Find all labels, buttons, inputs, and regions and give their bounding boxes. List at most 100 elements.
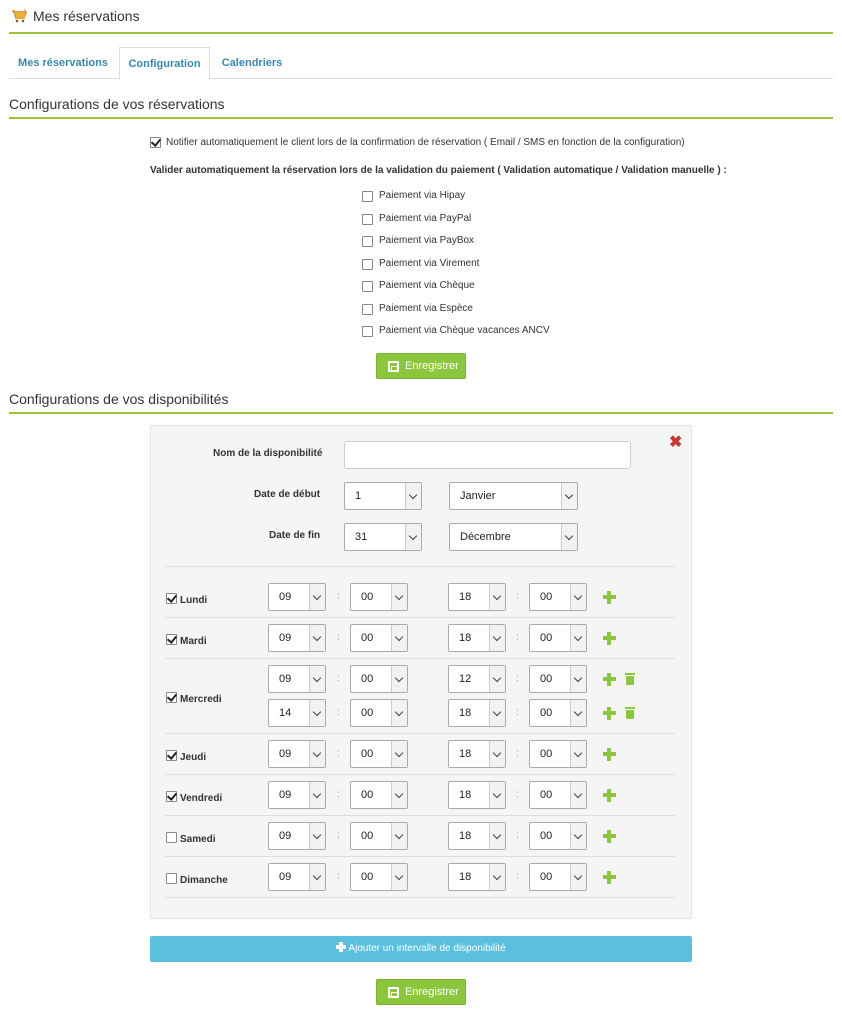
day-mardi-from-hour-select[interactable]: 09 [268,624,326,652]
divider [165,617,675,618]
day-mardi-from-minute-select[interactable]: 00 [350,624,408,652]
day-vendredi-from-minute-select[interactable]: 00 [350,781,408,809]
chevron-down-icon [391,741,407,767]
day-mardi-to-minute-select[interactable]: 00 [529,624,587,652]
chevron-down-icon [405,524,421,550]
day-dimanche-from-minute-select[interactable]: 00 [350,863,408,891]
day-vendredi-from-hour-select[interactable]: 09 [268,781,326,809]
payment-hipay-checkbox[interactable] [362,191,373,202]
tab-bar: Mes réservations Configuration Calendrie… [9,47,833,80]
payment-hipay-label: Paiement via Hipay [379,190,466,201]
payment-virement-checkbox[interactable] [362,259,373,270]
end-date-label: Date de fin [269,530,321,541]
day-lundi-to-hour-select[interactable]: 18 [448,583,506,611]
plus-icon[interactable] [603,707,616,720]
day-mardi-to-hour-select[interactable]: 18 [448,624,506,652]
chevron-down-icon [391,625,407,651]
save-availability-button[interactable]: Enregistrer [376,979,466,1005]
day-jeudi-from-minute-select[interactable]: 00 [350,740,408,768]
add-interval-button[interactable]: Ajouter un intervalle de disponibilité [150,936,692,962]
day-lundi-from-minute-select[interactable]: 00 [350,583,408,611]
day-mercredi-from-minute-select[interactable]: 00 [350,699,408,727]
day-dimanche-checkbox[interactable] [166,873,177,884]
day-mercredi-from-minute-select[interactable]: 00 [350,665,408,693]
tab-configuration[interactable]: Configuration [119,47,210,80]
tab-calendriers[interactable]: Calendriers [212,47,292,79]
chevron-down-icon [309,864,325,890]
plus-icon[interactable] [603,748,616,761]
notify-checkbox[interactable] [150,137,161,148]
plus-icon[interactable] [603,830,616,843]
day-vendredi-label: Vendredi [180,793,223,804]
chevron-down-icon [391,864,407,890]
close-icon[interactable]: ✖ [669,432,682,452]
availability-name-input[interactable] [344,441,631,469]
chevron-down-icon [309,666,325,692]
payment-espece-checkbox[interactable] [362,304,373,315]
day-jeudi-to-minute-select[interactable]: 00 [529,740,587,768]
start-day-select[interactable]: 1 [344,482,422,510]
time-separator: : [516,632,519,643]
time-separator: : [337,830,340,841]
day-vendredi-to-hour-select[interactable]: 18 [448,781,506,809]
payment-paypal-label: Paiement via PayPal [379,213,472,224]
divider [165,566,675,567]
start-date-label: Date de début [254,489,321,500]
day-mercredi-from-hour-select[interactable]: 09 [268,665,326,693]
plus-icon[interactable] [603,789,616,802]
chevron-down-icon [391,700,407,726]
payment-cheque-label: Paiement via Chèque [379,280,475,291]
trash-icon[interactable] [625,707,635,719]
day-lundi-label: Lundi [180,595,208,606]
payment-paypal-checkbox[interactable] [362,214,373,225]
chevron-down-icon [489,625,505,651]
day-mercredi-to-hour-select[interactable]: 18 [448,699,506,727]
day-jeudi-checkbox[interactable] [166,750,177,761]
day-jeudi-label: Jeudi [180,752,207,763]
chevron-down-icon [489,782,505,808]
day-mercredi-from-hour-select[interactable]: 14 [268,699,326,727]
plus-icon[interactable] [603,591,616,604]
day-jeudi-to-hour-select[interactable]: 18 [448,740,506,768]
day-vendredi-checkbox[interactable] [166,791,177,802]
day-samedi-checkbox[interactable] [166,832,177,843]
plus-icon[interactable] [603,871,616,884]
day-samedi-to-minute-select[interactable]: 00 [529,822,587,850]
day-vendredi-to-minute-select[interactable]: 00 [529,781,587,809]
plus-icon[interactable] [603,673,616,686]
end-day-select[interactable]: 31 [344,523,422,551]
day-mercredi-checkbox[interactable] [166,692,177,703]
payment-paybox-checkbox[interactable] [362,236,373,247]
day-mercredi-to-minute-select[interactable]: 00 [529,699,587,727]
time-separator: : [516,591,519,602]
save-reservations-button[interactable]: Enregistrer [376,353,466,379]
end-month-select[interactable]: Décembre [449,523,578,551]
time-separator: : [516,748,519,759]
day-dimanche-to-minute-select[interactable]: 00 [529,863,587,891]
day-dimanche-to-hour-select[interactable]: 18 [448,863,506,891]
payment-ancv-checkbox[interactable] [362,326,373,337]
day-mardi-checkbox[interactable] [166,634,177,645]
day-samedi-to-hour-select[interactable]: 18 [448,822,506,850]
day-dimanche-from-hour-select[interactable]: 09 [268,863,326,891]
chevron-down-icon [391,584,407,610]
day-mercredi-to-minute-select[interactable]: 00 [529,665,587,693]
day-lundi-to-minute-select[interactable]: 00 [529,583,587,611]
day-mercredi-to-hour-select[interactable]: 12 [448,665,506,693]
day-lundi-checkbox[interactable] [166,593,177,604]
payment-cheque-checkbox[interactable] [362,281,373,292]
chevron-down-icon [405,483,421,509]
page-title: Mes réservations [33,8,140,24]
day-samedi-from-hour-select[interactable]: 09 [268,822,326,850]
day-samedi-from-minute-select[interactable]: 00 [350,822,408,850]
chevron-down-icon [570,666,586,692]
trash-icon[interactable] [625,673,635,685]
payment-ancv-label: Paiement via Chèque vacances ANCV [379,325,550,336]
plus-icon[interactable] [603,632,616,645]
floppy-icon [388,987,399,998]
start-month-select[interactable]: Janvier [449,482,578,510]
day-jeudi-from-hour-select[interactable]: 09 [268,740,326,768]
tab-mes-reservations[interactable]: Mes réservations [9,47,117,79]
day-lundi-from-hour-select[interactable]: 09 [268,583,326,611]
payment-virement-label: Paiement via Virement [379,258,480,269]
